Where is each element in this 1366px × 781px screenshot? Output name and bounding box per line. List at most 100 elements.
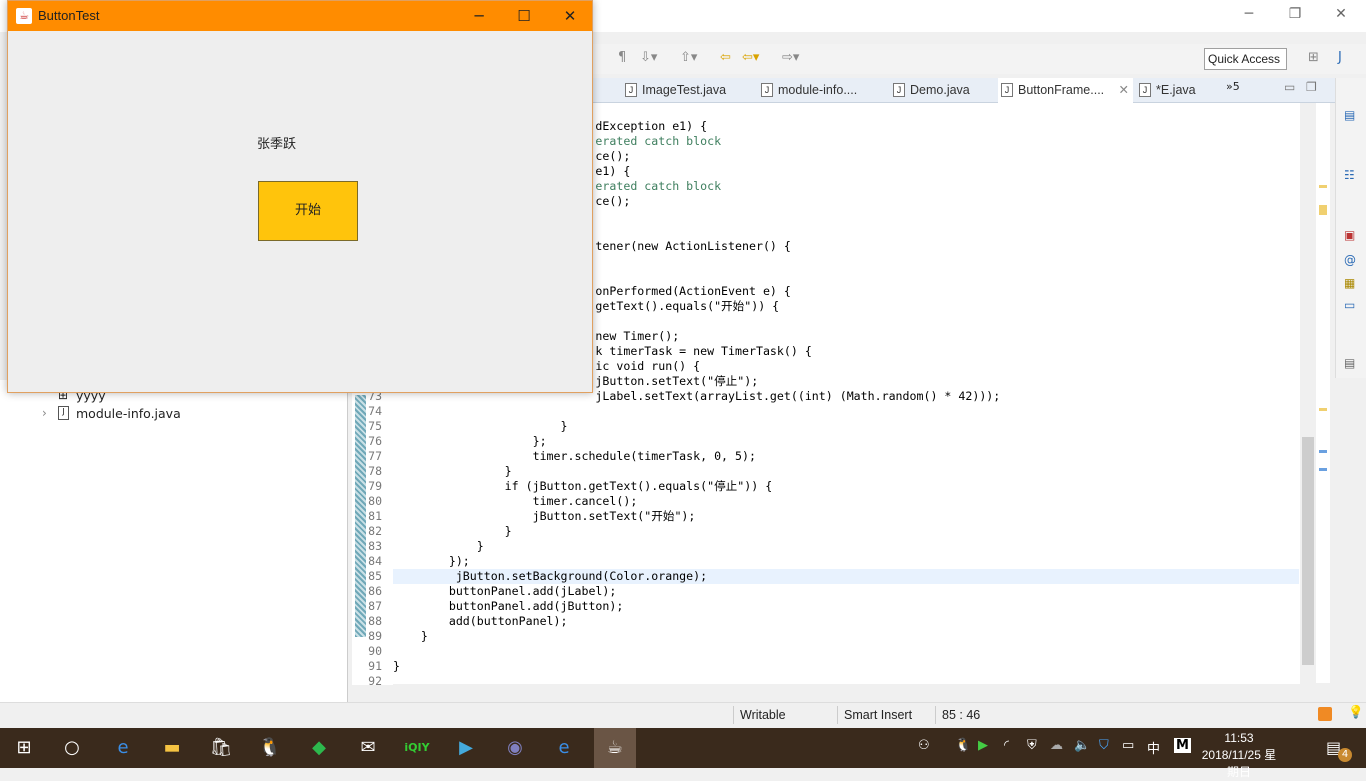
ime-mode-indicator[interactable]: M — [1174, 738, 1191, 753]
edge-icon[interactable]: e — [109, 734, 137, 762]
battery-icon[interactable]: ▭ — [1122, 738, 1134, 753]
code-line[interactable]: }; — [393, 434, 547, 449]
eclipse-icon[interactable]: ◉ — [501, 734, 529, 762]
line-number: 76 — [368, 434, 382, 448]
onedrive-icon[interactable]: ☁ — [1050, 738, 1063, 753]
buttontest-titlebar[interactable]: ☕ ButtonTest ─ ☐ ✕ — [8, 1, 592, 31]
maximize-button[interactable]: ☐ — [504, 5, 544, 27]
problems-icon[interactable]: ▣ — [1344, 228, 1355, 242]
status-insert-mode[interactable]: Smart Insert — [837, 706, 935, 724]
expand-chevron-icon[interactable]: › — [42, 406, 47, 420]
code-line[interactable]: } — [393, 659, 400, 674]
line-number: 92 — [368, 674, 382, 688]
java-file-icon: J — [1139, 83, 1151, 97]
back-icon[interactable]: ⇦▾ — [742, 50, 759, 65]
mail-icon[interactable]: ✉ — [354, 734, 382, 762]
explorer-item-module-info[interactable]: module-info.java — [76, 406, 181, 421]
line-number: 79 — [368, 479, 382, 493]
next-annotation-icon[interactable]: ⇩▾ — [640, 50, 657, 65]
forward-icon[interactable]: ⇨▾ — [782, 50, 799, 65]
line-number: 84 — [368, 554, 382, 568]
console-icon[interactable]: ▭ — [1344, 298, 1355, 312]
code-line[interactable]: if (jButton.getText().equals("停止")) { — [393, 479, 773, 494]
eclipse-restore-button[interactable]: ❐ — [1275, 2, 1315, 26]
code-line[interactable]: timer.schedule(timerTask, 0, 5); — [393, 449, 756, 464]
status-cursor-position: 85 : 46 — [935, 706, 1030, 724]
ie-icon[interactable]: e — [550, 734, 578, 762]
window-title: ButtonTest — [38, 8, 100, 23]
last-edit-icon[interactable]: ⇦ — [720, 50, 731, 65]
file-explorer-icon[interactable]: ▬ — [158, 734, 186, 762]
code-line[interactable]: buttonPanel.add(jButton); — [393, 599, 624, 614]
tasks-icon[interactable]: ▤ — [1344, 356, 1355, 370]
tab-imagetest[interactable]: J ImageTest.java — [622, 78, 757, 103]
declaration-icon[interactable]: ▦ — [1344, 276, 1355, 290]
code-line[interactable]: timer.cancel(); — [393, 494, 638, 509]
java-perspective-icon[interactable]: J — [1338, 50, 1342, 65]
javadoc-icon[interactable]: @ — [1344, 253, 1356, 267]
wechat-work-icon[interactable]: ◆ — [305, 734, 333, 762]
ime-indicator[interactable]: 中 — [1147, 738, 1160, 757]
code-line[interactable]: }); — [393, 554, 470, 569]
windows-start-icon[interactable]: ⊞ — [10, 734, 38, 762]
code-line[interactable]: } — [393, 539, 484, 554]
code-line[interactable]: add(buttonPanel); — [393, 614, 568, 629]
player-tray-icon[interactable]: ▶ — [978, 738, 988, 753]
pilcrow-icon[interactable]: ¶ — [618, 50, 626, 65]
tab-buttonframe[interactable]: J ButtonFrame.... ✕ — [998, 78, 1133, 103]
code-line[interactable]: buttonPanel.add(jLabel); — [393, 584, 617, 599]
java-file-icon: J — [761, 83, 773, 97]
hierarchy-icon[interactable]: ☷ — [1344, 168, 1355, 182]
tab-e[interactable]: J *E.java — [1136, 78, 1216, 103]
open-perspective-icon[interactable]: ⊞ — [1308, 50, 1319, 65]
tab-label: Demo.java — [910, 83, 970, 97]
right-trim-toolbar: ▤ ☷ ▣ @ ▦ ▭ ▤ — [1335, 78, 1366, 378]
eclipse-minimize-button[interactable]: ─ — [1229, 2, 1269, 26]
cortana-icon[interactable]: ○ — [58, 734, 86, 762]
status-writable: Writable — [733, 706, 837, 724]
line-number: 89 — [368, 629, 382, 643]
eclipse-close-button[interactable]: ✕ — [1321, 2, 1361, 26]
java-app-icon[interactable]: ☕ — [594, 728, 636, 768]
iqiyi-icon[interactable]: iQIY — [403, 734, 431, 762]
store-icon[interactable]: 🛍 — [207, 734, 235, 762]
clock[interactable]: 11:53 2018/11/25 星期日 — [1196, 730, 1282, 781]
tab-label: ImageTest.java — [642, 83, 727, 97]
tabs-overflow[interactable]: »5 — [1226, 80, 1240, 93]
qq-icon[interactable]: 🐧 — [256, 734, 284, 762]
tab-module-info[interactable]: Jmodule-info.... — [758, 78, 888, 103]
code-line[interactable]: jButton.setBackground(Color.orange); — [393, 569, 707, 584]
maximize-editor-icon[interactable]: ❐ — [1306, 80, 1317, 94]
code-line[interactable]: } — [393, 629, 428, 644]
notification-badge: 4 — [1338, 748, 1352, 762]
line-number: 74 — [368, 404, 382, 418]
volume-icon[interactable]: 🔈 — [1074, 738, 1090, 753]
horizontal-scrollbar[interactable] — [393, 684, 1300, 698]
line-number: 91 — [368, 659, 382, 673]
close-button[interactable]: ✕ — [550, 5, 590, 27]
outline-icon[interactable]: ▤ — [1344, 108, 1355, 122]
quick-access-input[interactable]: Quick Access — [1204, 48, 1287, 70]
start-button[interactable]: 开始 — [258, 181, 358, 241]
code-line[interactable]: } — [393, 464, 512, 479]
code-line[interactable]: jButton.setText("开始"); — [393, 509, 696, 524]
rss-icon[interactable] — [1318, 707, 1332, 721]
prev-annotation-icon[interactable]: ⇧▾ — [680, 50, 697, 65]
close-tab-icon[interactable]: ✕ — [1119, 78, 1129, 102]
vertical-scrollbar-thumb[interactable] — [1302, 437, 1314, 665]
line-number: 75 — [368, 419, 382, 433]
qq-tray-icon[interactable]: 🐧 — [955, 738, 971, 753]
line-number: 88 — [368, 614, 382, 628]
video-player-icon[interactable]: ▶ — [452, 734, 480, 762]
code-line[interactable]: } — [393, 524, 512, 539]
minimize-button[interactable]: ─ — [459, 5, 499, 27]
shield-tray-icon[interactable]: ⛉ — [1099, 738, 1109, 753]
security-warning-icon[interactable]: ⛨ — [1027, 738, 1037, 753]
tab-demo[interactable]: J Demo.java — [890, 78, 995, 103]
tip-bulb-icon[interactable]: 💡 — [1348, 705, 1364, 720]
line-number: 83 — [368, 539, 382, 553]
wifi-icon[interactable]: ◜ — [1004, 738, 1009, 753]
code-line[interactable]: } — [393, 419, 568, 434]
people-icon[interactable]: ⚇ — [918, 738, 930, 753]
minimize-editor-icon[interactable]: ▭ — [1284, 80, 1295, 94]
